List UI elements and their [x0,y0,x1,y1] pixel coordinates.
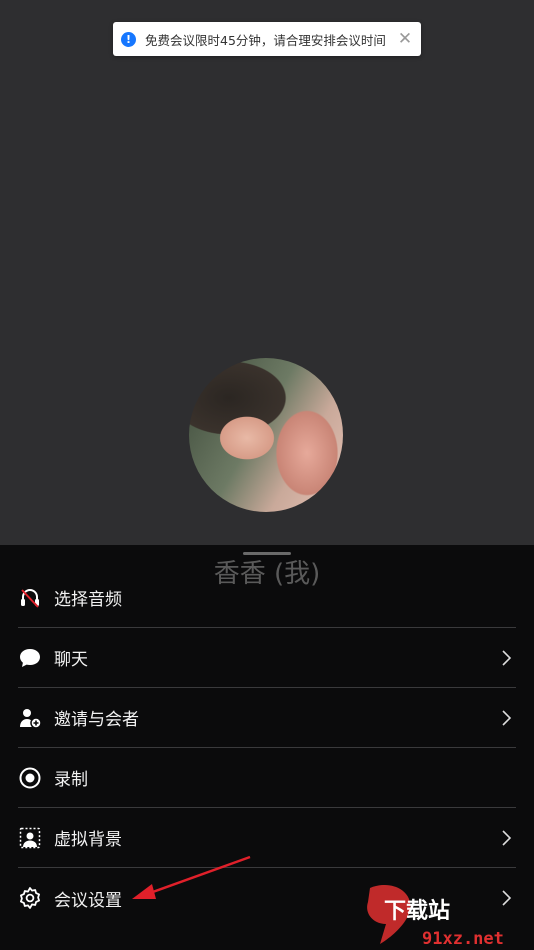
menu-item-invite[interactable]: 邀请与会者 [18,688,516,748]
virtual-background-icon [18,826,42,850]
menu-item-label: 录制 [54,770,88,790]
add-user-icon [18,706,42,730]
free-meeting-toast: ! 免费会议限时45分钟，请合理安排会议时间 ✕ [113,22,421,56]
menu-item-chat[interactable]: 聊天 [18,628,516,688]
chevron-right-icon [502,710,512,726]
menu-item-record[interactable]: 录制 [18,748,516,808]
avatar [189,358,343,512]
toast-message: 免费会议限时45分钟，请合理安排会议时间 [145,32,386,48]
menu-item-virtual-background[interactable]: 虚拟背景 [18,808,516,868]
menu-item-label: 会议设置 [54,890,122,911]
gear-icon [18,886,42,910]
chevron-right-icon [502,830,512,846]
record-icon [18,766,42,790]
chevron-right-icon [502,650,512,666]
watermark-brand: 下载站 [384,898,450,924]
menu-item-label: 邀请与会者 [54,710,139,730]
menu-item-label: 聊天 [54,650,88,670]
info-icon: ! [121,31,136,47]
chat-bubble-icon [18,646,42,670]
close-icon[interactable]: ✕ [397,29,413,49]
watermark-domain: 91xz.net [422,929,504,949]
menu-item-label: 虚拟背景 [54,830,122,850]
site-watermark-logo: 下载站 91xz.net [367,884,504,949]
meeting-video-area: ! 免费会议限时45分钟，请合理安排会议时间 ✕ [0,0,534,545]
more-options-menu: 选择音频 聊天 邀请与会者 录制 虚拟背景 会议设置 [18,568,516,928]
participant-name: 香香 (我) [213,559,321,589]
